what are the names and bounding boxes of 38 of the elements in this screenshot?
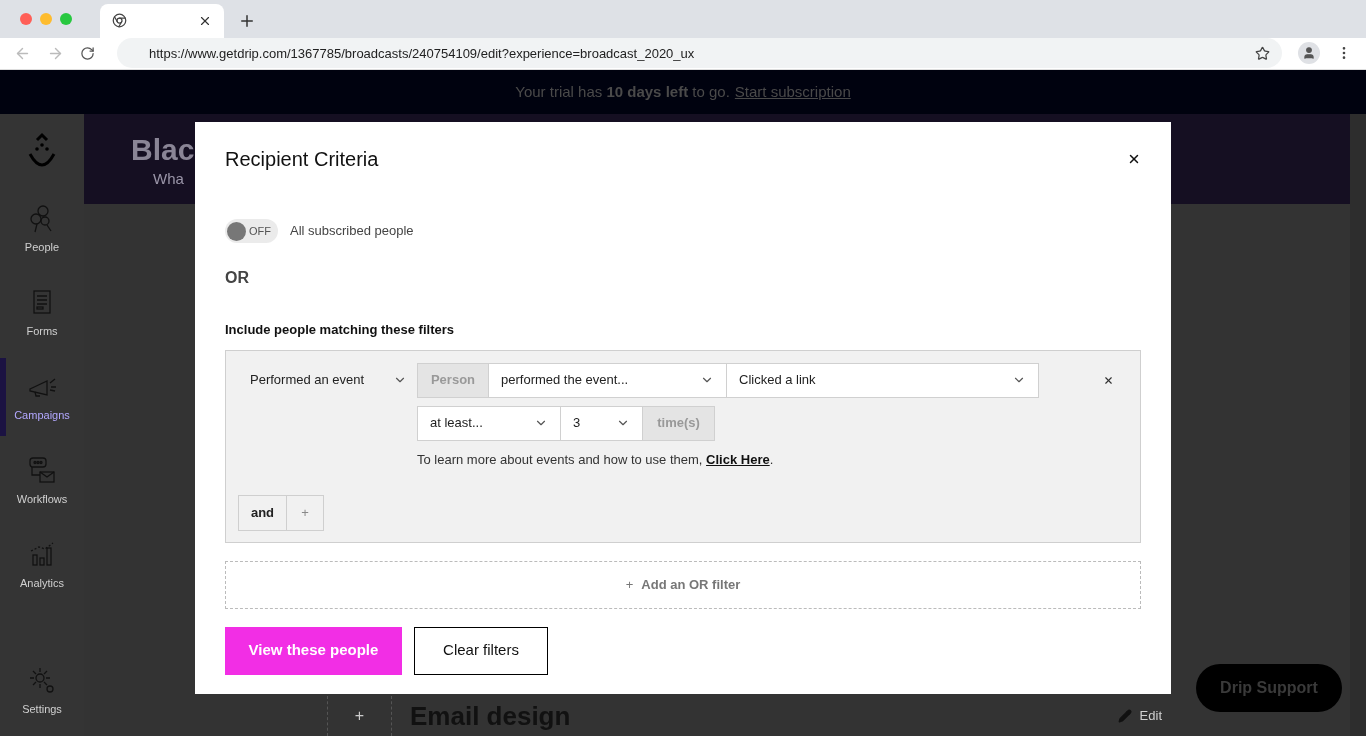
pencil-icon [1117,709,1132,723]
or-label: OR [225,268,250,288]
unit-label: time(s) [643,405,715,441]
dialog-title: Recipient Criteria [225,147,379,172]
help-link[interactable]: Click Here [706,451,770,467]
page-title: Blac [131,132,195,168]
person-icon [1302,46,1316,61]
add-block-button[interactable]: + [327,696,392,736]
sidebar-item[interactable]: Campaigns [0,358,84,436]
edit-button[interactable]: Edit [1117,706,1162,726]
sidebar-item[interactable]: Workflows [0,442,84,520]
filters-heading: Include people matching these filters [225,321,455,339]
page-subtitle: Wha [153,169,184,189]
sidebar-item[interactable]: Forms [0,274,84,352]
close-icon[interactable] [1127,152,1141,166]
condition-select[interactable]: performed the event... [489,362,727,398]
trial-text: Your trial has 10 days left to go. [515,81,730,102]
and-button[interactable]: and [238,495,287,531]
sidebar-item[interactable]: Analytics [0,526,84,604]
toggle-switch[interactable]: OFF [225,219,278,243]
event-select[interactable]: Clicked a link [727,362,1039,398]
help-text: To learn more about events and how to use them, Click Here. [417,450,775,469]
clear-filters-button[interactable]: Clear filters [414,626,548,675]
sidebar-item[interactable]: Settings [0,652,84,730]
subject-label: Person [417,362,489,398]
reload-icon[interactable] [80,45,95,61]
workflow-icon [27,454,57,485]
sidebar-item[interactable]: People [0,190,84,268]
count-select[interactable]: 3 [561,405,643,441]
remove-filter-icon[interactable] [1103,374,1114,386]
bookmark-star-icon[interactable] [1255,45,1270,61]
profile-avatar[interactable] [1298,42,1320,65]
qualifier-select[interactable]: at least... [417,405,561,441]
add-or-filter-button[interactable]: + Add an OR filter [225,560,1141,609]
filter-type-select[interactable]: Performed an event [238,362,417,398]
address-bar[interactable]: https://www.getdrip.com/1367785/broadcasts/240754109/edit?experience=broadcast_2020_ux [117,38,1282,69]
browser-logo-icon [112,13,127,29]
toggle-label: All subscribed people [290,222,414,241]
